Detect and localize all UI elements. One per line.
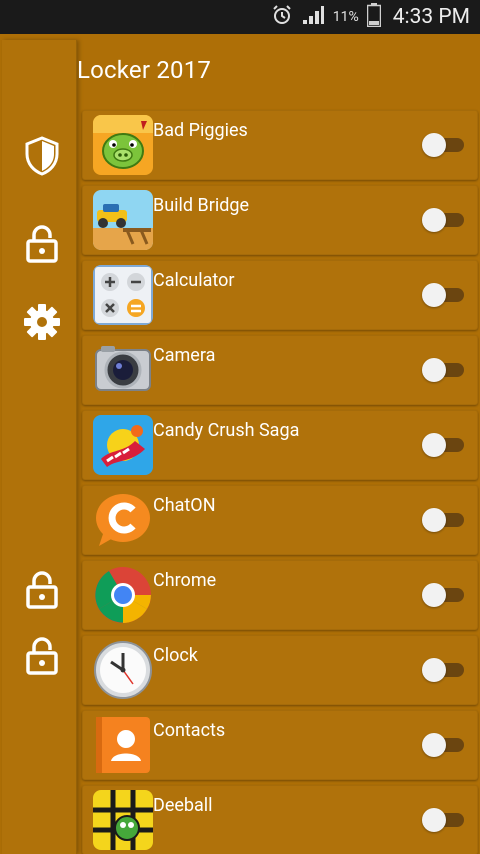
list-item-bad-piggies[interactable]: Bad Piggies (82, 110, 478, 180)
lock-toggle[interactable] (422, 283, 466, 307)
list-item-candy-crush-saga[interactable]: Candy Crush Saga (82, 410, 478, 480)
list-item-chrome[interactable]: Chrome (82, 560, 478, 630)
bad-piggies-icon (93, 115, 153, 175)
gear-icon (24, 304, 60, 340)
lock-toggle[interactable] (422, 358, 466, 382)
list-item-clock[interactable]: Clock (82, 635, 478, 705)
app-name: Contacts (153, 720, 226, 741)
status-time: 4:33 PM (392, 5, 470, 29)
alarm-icon (271, 4, 293, 30)
lock-icon (26, 571, 58, 609)
lock-icon (26, 225, 58, 263)
shield-icon (25, 136, 59, 176)
lock-toggle[interactable] (422, 508, 466, 532)
lock-toggle[interactable] (422, 658, 466, 682)
app-name: Build Bridge (153, 195, 250, 216)
app-name: ChatON (153, 495, 216, 516)
chrome-icon (93, 565, 153, 625)
app-name: Bad Piggies (153, 120, 248, 141)
deeball-icon (93, 790, 153, 850)
status-bar: 11% 4:33 PM (0, 0, 480, 34)
page-title: Locker 2017 (77, 56, 212, 84)
lock-toggle[interactable] (422, 133, 466, 157)
app-name: Candy Crush Saga (153, 420, 300, 441)
lock-toggle[interactable] (422, 583, 466, 607)
rail-lock-button[interactable] (22, 224, 62, 264)
camera-icon (93, 340, 153, 400)
list-item-build-bridge[interactable]: Build Bridge (82, 185, 478, 255)
app-name: Camera (153, 345, 216, 366)
battery-icon (366, 3, 381, 31)
app-name: Deeball (153, 795, 213, 816)
list-item-deeball[interactable]: Deeball (82, 785, 478, 854)
lock-toggle[interactable] (422, 208, 466, 232)
lock-toggle[interactable] (422, 808, 466, 832)
signal-icon (301, 4, 325, 30)
app-name: Chrome (153, 570, 217, 591)
list-item-chaton[interactable]: ChatON (82, 485, 478, 555)
list-item-camera[interactable]: Camera (82, 335, 478, 405)
clock-icon (93, 640, 153, 700)
rail-settings-button[interactable] (22, 302, 62, 342)
rail-lock-button-2[interactable] (22, 570, 62, 610)
contacts-icon (93, 715, 153, 775)
rail-lock-button-3[interactable] (22, 636, 62, 676)
calculator-icon (93, 265, 153, 325)
lock-toggle[interactable] (422, 433, 466, 457)
app-name: Clock (153, 645, 198, 666)
rail-shield-button[interactable] (22, 136, 62, 176)
lock-toggle[interactable] (422, 733, 466, 757)
lock-icon (26, 637, 58, 675)
build-bridge-icon (93, 190, 153, 250)
app-name: Calculator (153, 270, 235, 291)
list-item-contacts[interactable]: Contacts (82, 710, 478, 780)
battery-percent: 11% (332, 9, 359, 25)
candy-crush-icon (93, 415, 153, 475)
list-item-calculator[interactable]: Calculator (82, 260, 478, 330)
chaton-icon (93, 490, 153, 550)
side-rail (2, 40, 77, 854)
